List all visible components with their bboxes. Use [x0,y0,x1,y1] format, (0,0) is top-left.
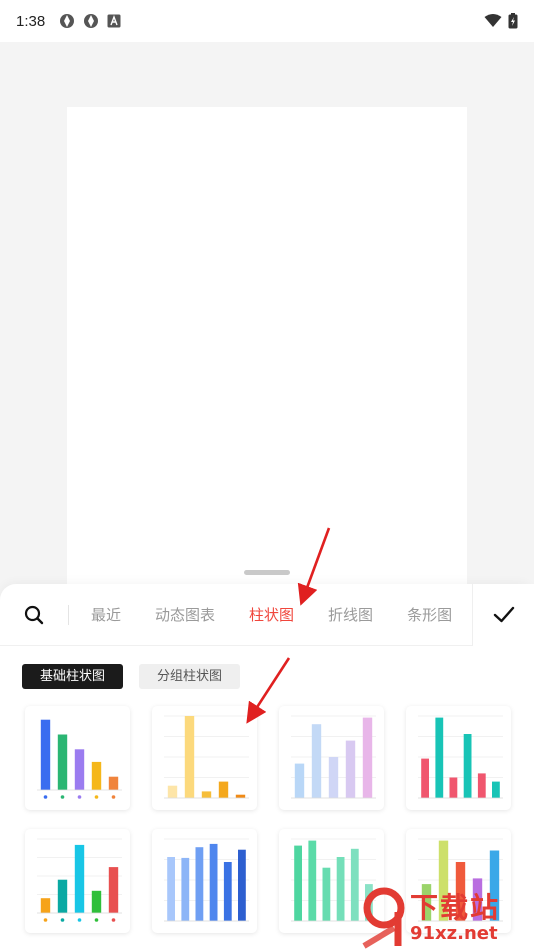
legend-dot [77,795,82,799]
bar-chart-subtabs: 基础柱状图 分组柱状图 [22,664,241,689]
status-icons-right [484,13,518,29]
watermark-mark-icon [362,887,405,949]
bar [362,717,373,798]
bar-thumbnail-yellow [164,715,249,799]
legend-dot [94,918,99,922]
legend-dot [111,795,116,799]
chart-template-card[interactable] [25,706,130,810]
bar [435,717,444,798]
bar [345,740,356,798]
font-a-icon [107,14,121,28]
battery-charging-icon [508,13,518,29]
legend-dot [94,795,99,799]
chart-template-card[interactable] [152,706,257,810]
bar [294,763,305,798]
bar [108,867,119,913]
bar [238,849,246,921]
bar [336,857,345,921]
check-icon [493,606,514,622]
legend-dot [60,918,65,922]
legend-dot [60,795,65,799]
status-time: 1:38 [16,12,46,30]
bar [201,791,212,798]
chart-template-card[interactable] [406,706,511,810]
bar [91,890,102,913]
confirm-button[interactable] [472,583,534,646]
tab-2[interactable]: 柱状图 [249,604,294,625]
bar [492,781,500,798]
bar [167,785,178,798]
bar [477,773,486,798]
tab-4[interactable]: 条形图 [407,604,452,625]
legend-dot [111,918,116,922]
chart-template-card[interactable] [152,829,257,933]
bar [74,844,85,913]
bar [328,757,339,798]
bar [209,843,218,921]
bar-thumbnail-gradient-blue-pink [291,715,376,799]
bar [223,862,232,921]
bar [195,847,204,921]
tab-0[interactable]: 最近 [91,604,121,625]
tab-1[interactable]: 动态图表 [155,604,215,625]
watermark-text-cn: 下载站 [410,891,501,924]
tab-3[interactable]: 折线图 [328,604,373,625]
bar [294,845,302,921]
chart-category-tabs: 最近 动态图表 柱状图 折线图 条形图 [69,584,472,646]
legend-dot [43,918,48,922]
bar [235,794,246,798]
bar [421,758,429,798]
search-icon [24,605,44,624]
legend-dot [43,795,48,799]
status-icons-left [59,13,121,29]
search-button[interactable] [0,584,68,646]
bar [449,777,458,798]
subtab-0[interactable]: 基础柱状图 [22,664,124,689]
chart-category-tabbar: 最近 动态图表 柱状图 折线图 条形图 [0,583,534,646]
watermark-logo: 下载站 91xz.net [362,886,534,950]
watermark-text-url: 91xz.net [410,923,498,944]
bar [40,719,51,790]
settings-gear-icon [84,14,99,28]
chart-canvas-page[interactable] [67,107,467,587]
status-bar: 1:38 [0,0,534,42]
bar [322,867,331,921]
bar [308,840,317,921]
bar [57,879,68,913]
bar-thumbnail-gradient-mixed [37,838,122,922]
bar [218,781,229,798]
bar-thumbnail-teal-pink [418,715,503,799]
subtab-1[interactable]: 分组柱状图 [139,664,241,689]
legend-dot [77,918,82,922]
bar-thumbnail-blue [164,838,249,922]
chart-template-card[interactable] [279,706,384,810]
bar-thumbnail-colorful [37,719,122,799]
settings-gear-icon [60,14,75,28]
wifi-icon [484,14,502,27]
bar [57,734,68,790]
chart-template-card[interactable] [25,829,130,933]
bar [184,716,195,798]
bar [350,848,359,921]
bar [181,857,190,921]
screen: 1:38 最近 动态图表 柱状图 折线图 条形图 基础柱状图 分组柱状图 下载站… [0,0,534,950]
bar [311,724,322,798]
bar [108,776,119,790]
sheet-drag-handle[interactable] [244,570,290,575]
bar [167,857,175,921]
bar [91,761,102,790]
bar [74,749,85,790]
bar [463,734,472,798]
bar [40,898,51,913]
